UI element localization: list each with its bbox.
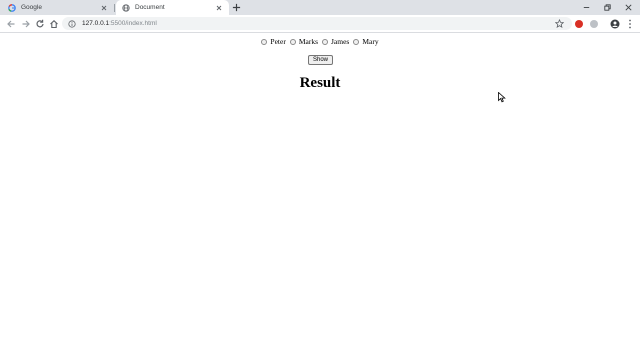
radio-group: Peter Marks James Mary <box>0 37 640 46</box>
back-arrow-icon[interactable] <box>6 19 16 29</box>
radio-label: Marks <box>298 37 318 46</box>
info-icon[interactable] <box>68 19 76 28</box>
url-text[interactable]: 127.0.0.1:5500/index.html <box>82 17 157 30</box>
mouse-cursor-icon <box>498 92 506 103</box>
close-icon[interactable] <box>215 4 223 12</box>
tab-title: Google <box>21 4 42 11</box>
page-content: Peter Marks James Mary Show Result <box>0 33 640 360</box>
tab-google[interactable]: Google <box>2 0 114 15</box>
reload-icon[interactable] <box>35 19 45 29</box>
globe-icon <box>122 3 130 12</box>
show-button[interactable]: Show <box>308 55 334 65</box>
radio-option-marks[interactable]: Marks <box>289 37 318 46</box>
restore-icon[interactable] <box>603 3 612 12</box>
radio-option-james[interactable]: James <box>322 37 349 46</box>
url-host: 127.0.0.1 <box>82 20 110 27</box>
radio-button[interactable] <box>322 38 328 45</box>
radio-label: Peter <box>270 37 286 46</box>
forward-arrow-icon[interactable] <box>21 19 31 29</box>
tab-divider <box>114 4 115 12</box>
close-icon[interactable] <box>100 4 108 12</box>
tab-title: Document <box>135 4 165 11</box>
minimize-icon[interactable] <box>582 3 591 12</box>
radio-button[interactable] <box>353 38 360 45</box>
star-icon[interactable] <box>555 19 564 28</box>
radio-label: James <box>331 37 350 46</box>
new-tab-icon[interactable] <box>232 3 241 12</box>
radio-option-mary[interactable]: Mary <box>353 37 379 46</box>
extension-icon[interactable] <box>590 20 598 28</box>
radio-button[interactable] <box>289 38 296 45</box>
close-window-icon[interactable] <box>624 3 633 12</box>
radio-button[interactable] <box>261 38 268 45</box>
address-bar[interactable]: 127.0.0.1:5500/index.html <box>62 17 572 30</box>
browser-toolbar: 127.0.0.1:5500/index.html <box>0 15 640 33</box>
radio-label: Mary <box>362 37 379 46</box>
extension-icon[interactable] <box>575 20 583 28</box>
tab-document[interactable]: Document <box>116 0 229 15</box>
profile-icon[interactable] <box>610 19 620 29</box>
tab-strip: Google Document <box>0 0 640 15</box>
home-icon[interactable] <box>49 19 59 29</box>
result-heading: Result <box>299 75 341 91</box>
radio-option-peter[interactable]: Peter <box>261 37 286 46</box>
google-icon <box>8 3 16 12</box>
kebab-menu-icon[interactable] <box>628 19 632 29</box>
url-path: :5500/index.html <box>109 20 157 27</box>
